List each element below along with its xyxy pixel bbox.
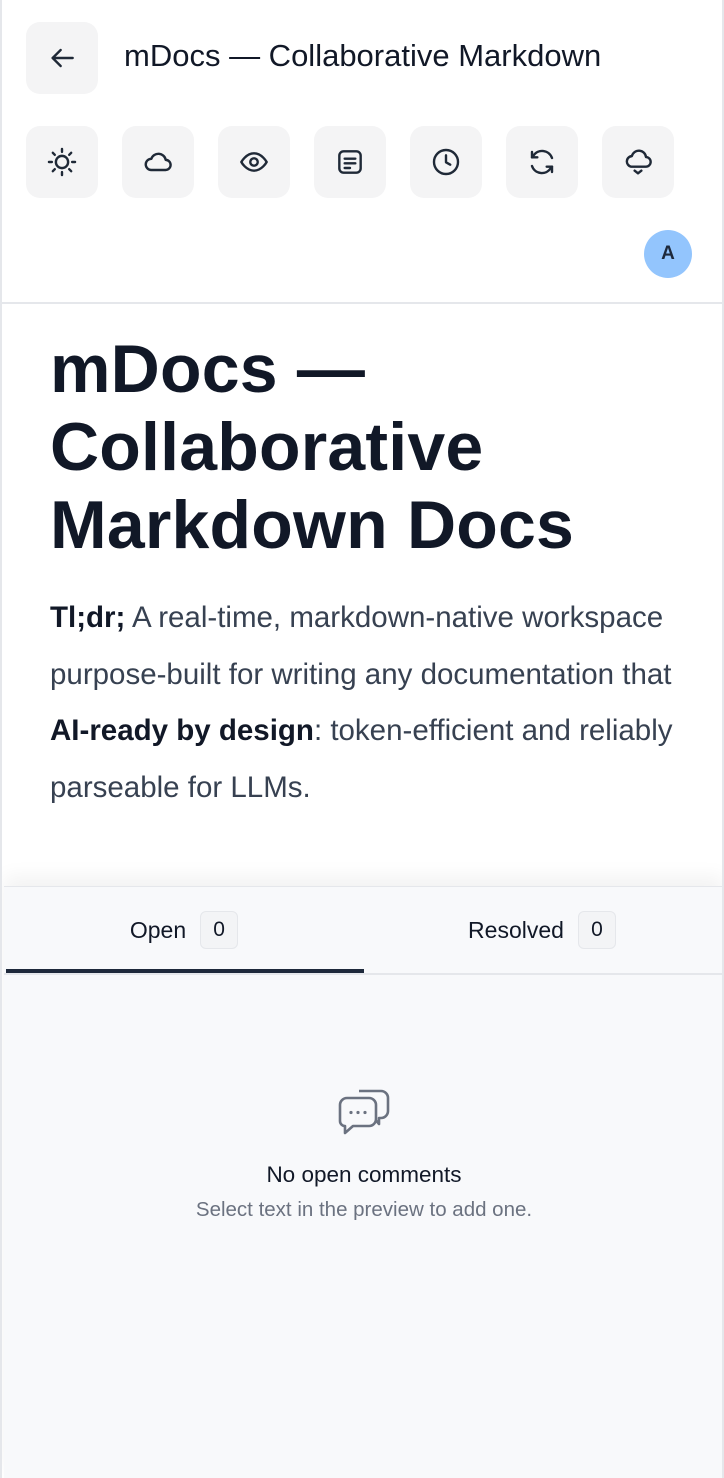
tab-open[interactable]: Open 0 — [4, 887, 364, 973]
active-tab-indicator — [6, 969, 364, 973]
arrow-left-icon — [51, 48, 74, 68]
tab-open-count: 0 — [200, 911, 239, 949]
cloud-download-icon — [625, 149, 652, 175]
theme-toggle-button[interactable] — [26, 126, 98, 198]
notes-button[interactable] — [314, 126, 386, 198]
avatar[interactable]: A — [644, 230, 692, 278]
history-button[interactable] — [410, 126, 482, 198]
empty-state: No open comments Select text in the prev… — [4, 1079, 722, 1222]
app-frame: mDocs — Collaborative Markdown A mDocs —… — [0, 0, 724, 1478]
empty-state-subtitle: Select text in the preview to add one. — [195, 1198, 533, 1221]
comment-tabs: Open 0 Resolved 0 — [4, 887, 722, 975]
clock-icon — [432, 148, 460, 176]
tldr-label: Tl;dr; — [50, 601, 126, 634]
tab-resolved-count: 0 — [577, 911, 616, 949]
comments-panel: Open 0 Resolved 0 No open comments Selec… — [4, 886, 722, 1478]
note-icon — [338, 150, 362, 174]
chat-bubbles-icon — [4, 1079, 722, 1148]
document-heading: mDocs — Collaborative Markdown Docs — [50, 331, 575, 563]
top-bar: mDocs — Collaborative Markdown A — [2, 0, 722, 304]
sync-button[interactable] — [506, 126, 578, 198]
preview-button[interactable] — [218, 126, 290, 198]
back-button[interactable] — [26, 22, 98, 94]
sun-icon — [47, 147, 77, 177]
ai-ready-emphasis: AI-ready by design — [50, 714, 314, 747]
intro-paragraph: Tl;dr; A real-time, markdown-native work… — [50, 590, 690, 816]
tab-resolved[interactable]: Resolved 0 — [362, 887, 722, 973]
eye-icon — [240, 152, 268, 172]
intro-text: A real-time, markdown-native workspace p… — [50, 601, 672, 691]
cloud-download-button[interactable] — [602, 126, 674, 198]
document-preview: mDocs — Collaborative Markdown Docs Tl;d… — [50, 330, 690, 816]
refresh-icon — [530, 149, 554, 175]
tab-resolved-label: Resolved — [468, 916, 564, 943]
empty-state-title: No open comments — [266, 1162, 462, 1187]
document-title: mDocs — Collaborative Markdown — [124, 38, 602, 73]
cloud-button[interactable] — [122, 126, 194, 198]
cloud-icon — [144, 152, 172, 172]
tab-open-label: Open — [129, 916, 187, 943]
